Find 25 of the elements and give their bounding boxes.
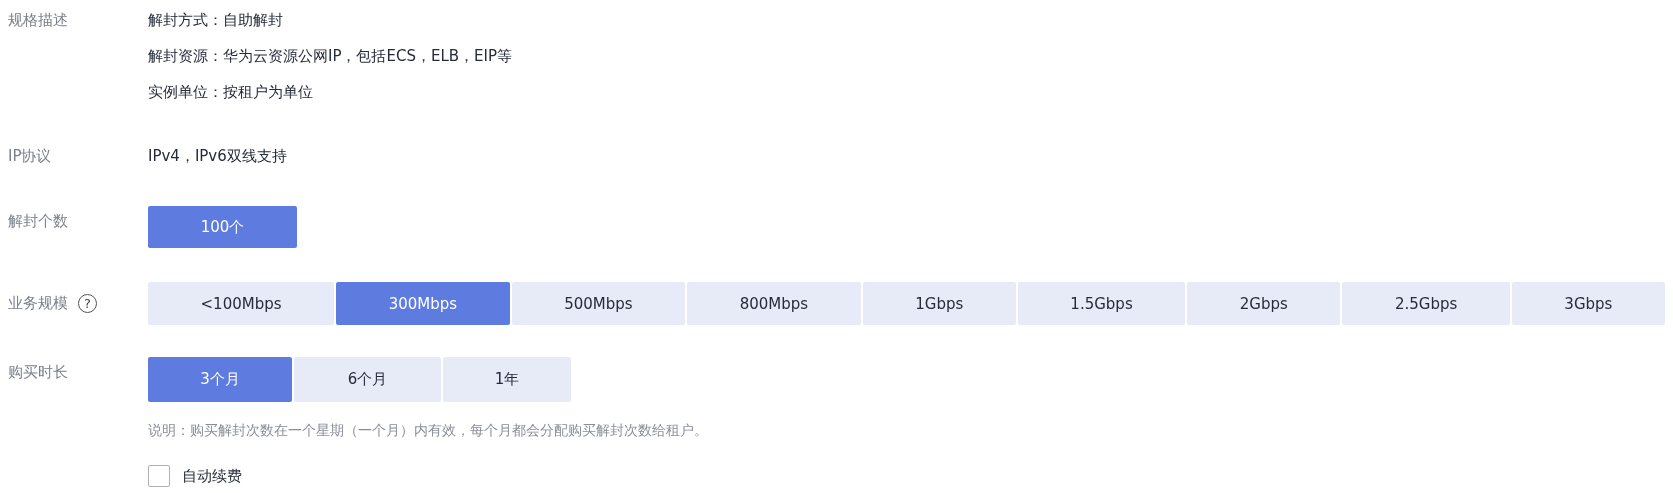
option-button[interactable]: <100Mbps: [148, 282, 335, 325]
option-button[interactable]: 300Mbps: [336, 282, 510, 325]
checkbox[interactable]: [148, 465, 170, 487]
option-button[interactable]: 3个月: [148, 357, 292, 402]
option-button[interactable]: 1年: [443, 357, 571, 402]
field-label: 解封个数: [8, 211, 69, 232]
option-button[interactable]: 1Gbps: [862, 282, 1016, 325]
spec-text: 解封方式：自助解封: [148, 10, 283, 31]
note-text: 说明：购买解封次数在一个星期（一个月）内有效，每个月都会分配购买解封次数给租户。: [148, 421, 708, 440]
option-button[interactable]: 1.5Gbps: [1017, 282, 1186, 325]
option-button[interactable]: 500Mbps: [511, 282, 686, 325]
checkbox-label: 自动续费: [182, 466, 242, 486]
option-button[interactable]: 6个月: [294, 357, 441, 402]
field-label: 规格描述: [8, 10, 69, 31]
field-label: 购买时长: [8, 362, 69, 383]
option-button[interactable]: 3Gbps: [1511, 282, 1665, 325]
option-button[interactable]: 2.5Gbps: [1342, 282, 1510, 325]
spec-text: 实例单位：按租户为单位: [148, 82, 313, 103]
option-button[interactable]: 2Gbps: [1187, 282, 1341, 325]
spec-text: 解封资源：华为云资源公网IP，包括ECS，ELB，EIP等: [148, 46, 512, 67]
option-button[interactable]: 800Mbps: [687, 282, 861, 325]
field-label: 业务规模: [8, 294, 68, 313]
ip-protocol-value: IPv4，IPv6双线支持: [148, 146, 287, 167]
field-label: IP协议: [8, 146, 53, 167]
option-button[interactable]: 100个: [148, 206, 297, 248]
